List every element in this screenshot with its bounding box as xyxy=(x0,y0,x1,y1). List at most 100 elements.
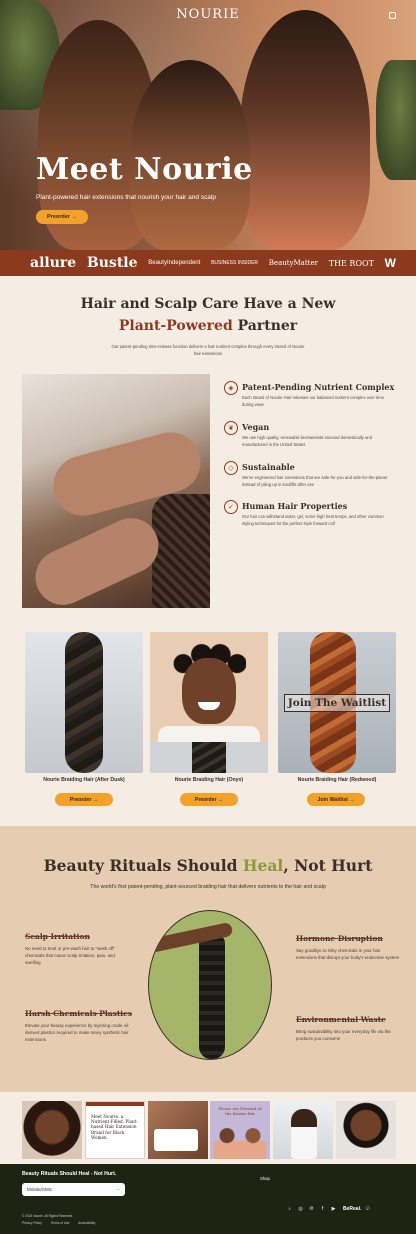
hair-bundle xyxy=(199,935,225,1059)
gallery-image-lab[interactable] xyxy=(273,1101,333,1159)
check-icon: ✓ xyxy=(224,500,238,514)
plant-decoration-right xyxy=(376,60,416,180)
privacy-policy-link[interactable]: Privacy Policy xyxy=(22,1221,42,1225)
feature-title: Sustainable xyxy=(242,462,295,472)
youtube-icon[interactable]: ▶ xyxy=(330,1206,337,1213)
ritual-body: Elevate your beauty experience by reject… xyxy=(25,1023,130,1042)
ritual-body: No need to treat or pre-wash hair to "wa… xyxy=(25,946,115,965)
ritual-scalp-irritation: Scalp Irritation No need to treat or pre… xyxy=(25,932,131,966)
ritual-title: Harsh Chemicals Plastics xyxy=(25,1009,132,1018)
gallery-image-group[interactable] xyxy=(148,1101,208,1159)
leaf-icon: ❦ xyxy=(224,421,238,435)
submit-arrow-icon[interactable]: → xyxy=(115,1186,120,1192)
press-logo-business-insider: BUSINESS INSIDER xyxy=(211,260,259,266)
feature-title: Human Hair Properties xyxy=(242,501,348,511)
braids-shape xyxy=(152,494,210,608)
feature-body: We've engineered hair extensions that ar… xyxy=(242,475,388,487)
intro-title: Hair and Scalp Care Have a New xyxy=(80,296,336,312)
feature-body: Each strand of Nourie Hair releases our … xyxy=(242,395,384,407)
accessibility-link[interactable]: Accessibility xyxy=(78,1221,95,1225)
brand-logo[interactable]: NOURIE xyxy=(0,7,416,22)
feature-body: We use high quality, renewable biomateri… xyxy=(242,435,372,447)
model-shirt xyxy=(158,726,260,742)
gallery-image-smile[interactable] xyxy=(336,1101,396,1159)
rituals-subtitle: The world's first patent-pending, plant-… xyxy=(90,884,326,890)
tiktok-icon[interactable]: ♪ xyxy=(286,1206,293,1213)
ritual-environmental-waste: Environmental Waste Bring sustainability… xyxy=(296,1015,402,1043)
waitlist-overlay: Join The Waitlist xyxy=(284,694,390,712)
product-title-redwood[interactable]: Nourie Braiding Hair (Redwood) xyxy=(278,777,396,783)
sms-signup-input[interactable]: Mobile/SMS → xyxy=(22,1183,125,1196)
diamond-icon: ◇ xyxy=(224,461,238,475)
intro-title-line2: Plant-Powered Partner xyxy=(0,318,416,334)
ritual-title: Environmental Waste xyxy=(296,1015,386,1024)
rituals-title: Beauty Rituals Should Heal, Not Hurt xyxy=(0,856,416,875)
braid-image xyxy=(192,742,226,773)
press-logo-bustle: Bustle xyxy=(86,255,138,271)
terms-link[interactable]: Terms of Use xyxy=(51,1221,70,1225)
cart-icon[interactable] xyxy=(389,12,396,19)
press-logo-the-root: THE ROOT xyxy=(328,258,374,268)
article-title: Meet Nourie, a Nutrient-Filled, Plant-ba… xyxy=(91,1114,138,1140)
hand-shape xyxy=(26,509,168,608)
press-logo-w: W xyxy=(384,256,396,270)
preorder-button-after-dusk[interactable]: Preorder → xyxy=(55,793,113,806)
ritual-title: Hormone Disruption xyxy=(296,934,383,943)
hero-preorder-button[interactable]: Preorder → xyxy=(36,210,88,224)
bereal-link[interactable]: BeReal. xyxy=(343,1206,361,1212)
dna-icon: ◈ xyxy=(224,381,238,395)
gallery-image-portrait[interactable] xyxy=(22,1101,82,1159)
ritual-hormone-disruption: Hormone Disruption Say goodbye to risky … xyxy=(296,934,402,962)
product-card-redwood[interactable]: Join The Waitlist xyxy=(278,632,396,773)
hero-section: NOURIE Meet Nourie Plant-powered hair ex… xyxy=(0,0,416,250)
rituals-title-end: , Not Hurt xyxy=(283,856,373,875)
gallery-image-illustration[interactable]: Please use Forward of the Kisstur Hut xyxy=(210,1101,270,1159)
facebook-icon[interactable]: f xyxy=(319,1206,326,1213)
ritual-body: Say goodbye to risky chemicals in your h… xyxy=(296,948,400,960)
model-face xyxy=(182,658,236,724)
ritual-body: Bring sustainability into your everyday … xyxy=(296,1029,391,1041)
press-logo-beauty-matter: BeautyMatter xyxy=(268,259,318,267)
scientist-figure xyxy=(291,1109,317,1159)
press-bar: allure Bustle BeautyIndependent BUSINESS… xyxy=(0,250,416,276)
feature-title: Vegan xyxy=(242,422,270,432)
sms-input-value: Mobile/SMS xyxy=(27,1186,52,1192)
model-right xyxy=(240,10,370,250)
rituals-title-accent: Heal xyxy=(242,856,284,875)
hair-hold-image xyxy=(148,910,272,1060)
intro-body: Our patent-pending time-release function… xyxy=(111,344,305,356)
social-icons: ♪ ◎ ℗ f ▶ xyxy=(286,1206,337,1213)
instagram-icon[interactable]: ◎ xyxy=(297,1206,304,1213)
product-title-after-dusk[interactable]: Nourie Braiding Hair (After Dusk) xyxy=(25,777,143,783)
press-logo-beauty-independent: BeautyIndependent xyxy=(148,260,201,266)
ritual-title: Scalp Irritation xyxy=(25,932,90,941)
footer-link-shop[interactable]: Shop xyxy=(260,1176,270,1181)
hero-subtitle: Plant-powered hair extensions that nouri… xyxy=(36,194,216,201)
product-title-onyx[interactable]: Nourie Braiding Hair (Onyx) xyxy=(150,777,268,783)
gallery-image-article[interactable]: Meet Nourie, a Nutrient-Filled, Plant-ba… xyxy=(85,1101,145,1159)
copyright: © 2024 Nourie. All Rights Reserved. xyxy=(22,1214,74,1218)
feature-body: Our hair can withstand water, gel, some … xyxy=(242,514,384,526)
feature-title: Patent-Pending Nutrient Complex xyxy=(242,382,395,392)
press-logo-allure: allure xyxy=(30,255,77,271)
product-card-onyx[interactable] xyxy=(150,632,268,773)
preorder-button-onyx[interactable]: Preorder → xyxy=(180,793,238,806)
product-card-after-dusk[interactable] xyxy=(25,632,143,773)
intro-title-accent: Plant-Powered xyxy=(118,318,233,334)
braid-image xyxy=(65,632,103,773)
join-waitlist-button-redwood[interactable]: Join Waitlist → xyxy=(307,793,365,806)
ritual-harsh-chemicals: Harsh Chemicals Plastics Elevate your be… xyxy=(25,1009,132,1043)
illustrated-figures xyxy=(214,1123,266,1159)
intro-title-end: Partner xyxy=(237,318,298,334)
popup-card xyxy=(154,1129,198,1151)
pinterest-icon[interactable]: ℗ xyxy=(308,1206,315,1213)
article-header-bar xyxy=(86,1102,144,1106)
hero-title: Meet Nourie xyxy=(36,152,253,187)
footer-links: Privacy Policy Terms of Use Accessibilit… xyxy=(22,1221,104,1225)
rituals-title-start: Beauty Rituals Should xyxy=(43,856,238,875)
footer-title: Beauty Rituals Should Heal - Not Hurt. xyxy=(22,1171,117,1177)
braiding-photo xyxy=(22,374,210,608)
snapchat-icon[interactable]: ♧ xyxy=(365,1205,370,1212)
braid-strip xyxy=(150,742,268,773)
poster-text: Please use Forward of the Kisstur Hut xyxy=(218,1106,262,1116)
